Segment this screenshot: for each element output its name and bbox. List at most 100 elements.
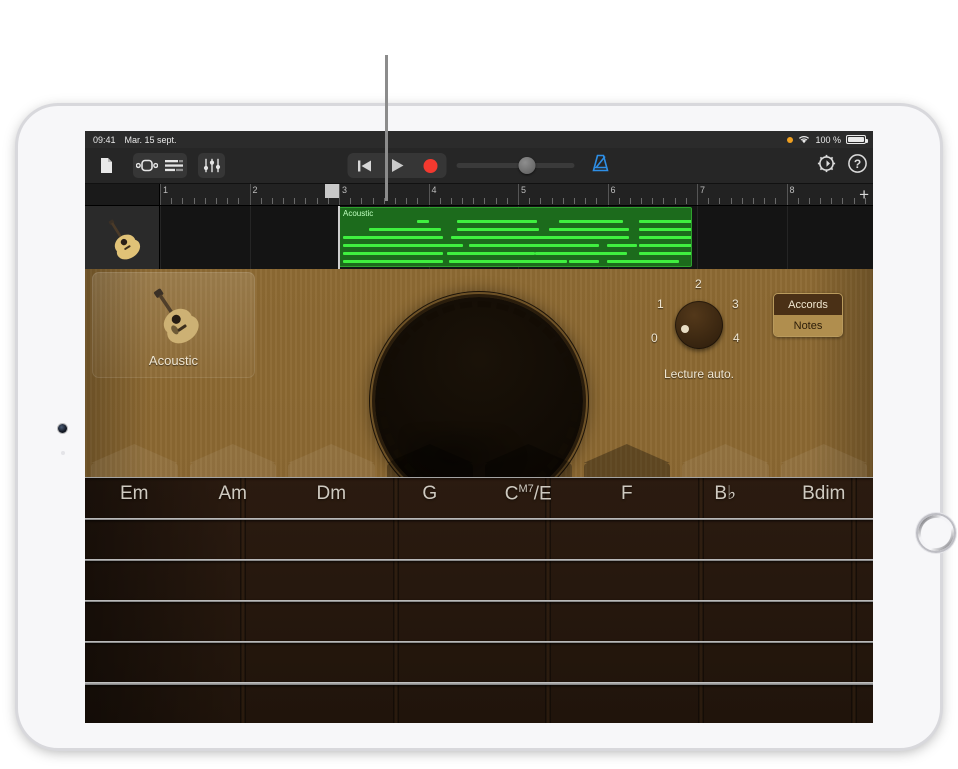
beat-tick xyxy=(686,198,687,204)
chord-label: Em xyxy=(120,483,149,505)
beat-tick xyxy=(328,198,329,204)
settings-button[interactable] xyxy=(817,154,836,178)
timeline-ruler[interactable]: 12345678 + xyxy=(85,184,873,206)
status-bar: 09:41 Mar. 15 sept. 100 % xyxy=(85,131,873,148)
bar-label: 3 xyxy=(342,185,347,195)
fretboard[interactable] xyxy=(85,477,873,723)
beat-tick xyxy=(563,198,564,204)
smart-guitar-instrument: Acoustic 0 1 2 3 4 Lecture auto. Accords… xyxy=(85,269,873,723)
midi-region-acoustic[interactable]: Acoustic xyxy=(338,207,692,267)
beat-tick xyxy=(641,198,642,204)
transport-controls xyxy=(348,153,447,178)
chord-label: G xyxy=(422,483,437,505)
bar-line xyxy=(608,184,609,206)
notes-mode-button[interactable]: Notes xyxy=(774,315,842,336)
bar-line xyxy=(697,184,698,206)
ambient-light-sensor xyxy=(61,451,65,455)
track-lane-acoustic[interactable]: Acoustic xyxy=(160,206,873,269)
master-volume-slider[interactable] xyxy=(457,163,575,168)
midi-note xyxy=(343,244,463,247)
playhead-marker[interactable] xyxy=(325,184,339,198)
autoplay-caption: Lecture auto. xyxy=(629,367,769,381)
autoplay-knob-pointer xyxy=(681,325,689,333)
track-header-acoustic[interactable] xyxy=(85,206,160,269)
guitar-string-6[interactable] xyxy=(85,682,873,685)
guitar-string-4[interactable] xyxy=(85,600,873,602)
track-view-button[interactable] xyxy=(160,153,187,178)
midi-note xyxy=(343,260,443,263)
autoplay-mark-0: 0 xyxy=(651,331,658,345)
midi-note xyxy=(569,260,599,263)
midi-note xyxy=(607,260,679,263)
beat-tick xyxy=(831,198,832,204)
bar-label: 5 xyxy=(521,185,526,195)
guitar-string-2[interactable] xyxy=(85,518,873,520)
guitar-string-1[interactable] xyxy=(85,477,873,478)
beat-tick xyxy=(731,198,732,204)
beat-tick xyxy=(619,198,620,204)
my-songs-button[interactable] xyxy=(93,153,120,178)
main-toolbar: ? xyxy=(85,148,873,184)
midi-note xyxy=(639,220,692,223)
bar-line xyxy=(429,184,430,206)
autoplay-mark-3: 3 xyxy=(732,297,739,311)
midi-note xyxy=(457,220,537,223)
beat-tick xyxy=(205,198,206,204)
mixer-button[interactable] xyxy=(198,153,225,178)
record-button[interactable] xyxy=(414,153,447,178)
guitar-string-3[interactable] xyxy=(85,559,873,561)
loop-browser-button[interactable] xyxy=(133,153,160,178)
midi-note xyxy=(639,236,692,239)
midi-note xyxy=(549,228,629,231)
chord-label: Bdim xyxy=(802,483,845,505)
instrument-selector-card[interactable]: Acoustic xyxy=(92,272,255,378)
autoplay-mark-1: 1 xyxy=(657,297,664,311)
beat-tick xyxy=(406,198,407,204)
midi-note xyxy=(449,260,567,263)
add-track-button[interactable]: + xyxy=(859,186,869,203)
midi-note xyxy=(639,228,692,231)
home-button[interactable] xyxy=(916,513,956,553)
svg-text:?: ? xyxy=(854,157,861,171)
beat-tick xyxy=(809,198,810,204)
view-segment-group xyxy=(133,153,187,178)
bar-label: 6 xyxy=(611,185,616,195)
help-button[interactable]: ? xyxy=(848,154,867,178)
midi-note xyxy=(451,236,541,239)
orange-dot-icon xyxy=(787,137,793,143)
beat-tick xyxy=(305,198,306,204)
battery-icon xyxy=(846,135,866,144)
beat-tick xyxy=(719,198,720,204)
beat-tick xyxy=(574,198,575,204)
playhead-line xyxy=(338,206,340,269)
wifi-icon xyxy=(798,135,810,144)
midi-note xyxy=(343,252,443,255)
bar-label: 8 xyxy=(790,185,795,195)
beat-tick xyxy=(842,198,843,204)
guitar-string-5[interactable] xyxy=(85,641,873,643)
beat-tick xyxy=(417,198,418,204)
acoustic-guitar-icon xyxy=(94,215,150,261)
autoplay-knob[interactable] xyxy=(675,301,723,349)
beat-tick xyxy=(552,198,553,204)
chords-mode-button[interactable]: Accords xyxy=(774,294,842,315)
beat-tick xyxy=(462,198,463,204)
ruler-left-pad xyxy=(85,184,160,205)
beat-tick xyxy=(496,198,497,204)
ipad-device: 09:41 Mar. 15 sept. 100 % xyxy=(18,106,940,748)
beat-tick xyxy=(708,198,709,204)
beat-tick xyxy=(440,198,441,204)
beat-tick xyxy=(585,198,586,204)
status-date: Mar. 15 sept. xyxy=(125,135,177,145)
beat-tick xyxy=(373,198,374,204)
beat-tick xyxy=(473,198,474,204)
volume-slider-thumb[interactable] xyxy=(519,157,536,174)
device-screen: 09:41 Mar. 15 sept. 100 % xyxy=(85,131,873,723)
rewind-button[interactable] xyxy=(348,153,381,178)
acoustic-guitar-icon xyxy=(131,283,217,349)
metronome-icon[interactable] xyxy=(591,154,611,177)
beat-tick xyxy=(451,198,452,204)
beat-tick xyxy=(171,198,172,204)
beat-tick xyxy=(652,198,653,204)
screenshot-stage: 09:41 Mar. 15 sept. 100 % xyxy=(0,0,958,769)
